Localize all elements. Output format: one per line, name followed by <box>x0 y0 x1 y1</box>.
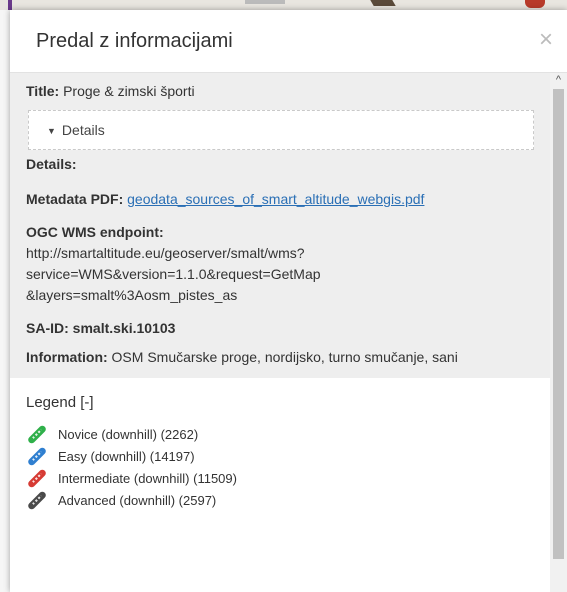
scrollbar-thumb[interactable] <box>553 89 564 559</box>
map-feature <box>245 0 285 4</box>
map-feature <box>8 0 12 10</box>
legend-item-label: Easy (downhill) (14197) <box>58 448 195 464</box>
sa-id: SA-ID: smalt.ski.10103 <box>26 318 538 339</box>
information: Information: OSM Smučarske proge, nordij… <box>26 347 538 368</box>
sa-id-label: SA-ID: <box>26 320 69 336</box>
panel-header: Predal z informacijami × <box>10 10 567 73</box>
map-feature <box>525 0 545 8</box>
pdf-label: Metadata PDF: <box>26 191 124 207</box>
scrollbar[interactable]: ^ <box>550 73 567 592</box>
piste-line-icon <box>26 423 48 445</box>
scroll-up-icon[interactable]: ^ <box>553 75 564 86</box>
legend-item: Intermediate (downhill) (11509) <box>26 467 538 489</box>
legend-section: Legend [-] Novice (downhill) (2262) Easy … <box>10 378 550 521</box>
legend-list: Novice (downhill) (2262) Easy (downhill) … <box>26 423 538 511</box>
sa-id-value: smalt.ski.10103 <box>72 320 176 336</box>
details-toggle-label: Details <box>61 122 105 138</box>
legend-item: Novice (downhill) (2262) <box>26 423 538 445</box>
pdf-link[interactable]: geodata_sources_of_smart_altitude_webgis… <box>127 191 424 207</box>
information-value: OSM Smučarske proge, nordijsko, turno sm… <box>111 349 458 365</box>
wms-url-line: service=WMS&version=1.1.0&request=GetMap <box>26 266 321 282</box>
details-heading: Details: <box>26 156 77 172</box>
legend-title[interactable]: Legend [-] <box>26 394 538 411</box>
information-label: Information: <box>26 349 108 365</box>
title-value: Proge & zimski športi <box>63 83 195 99</box>
legend-item-label: Novice (downhill) (2262) <box>58 426 199 442</box>
close-button[interactable]: × <box>539 28 553 52</box>
metadata-pdf: Metadata PDF: geodata_sources_of_smart_a… <box>26 189 538 210</box>
wms-label: OGC WMS endpoint: <box>26 224 164 240</box>
info-panel: Predal z informacijami × Title: Proge & … <box>10 10 567 592</box>
wms-url-line: &layers=smalt%3Aosm_pistes_as <box>26 287 238 303</box>
panel-title: Predal z informacijami <box>36 30 233 52</box>
map-feature <box>370 0 396 6</box>
piste-line-icon <box>26 467 48 489</box>
wms-url: http://smartaltitude.eu/geoserver/smalt/… <box>26 243 538 306</box>
details-toggle[interactable]: ▼ Details <box>28 110 534 150</box>
legend-item: Easy (downhill) (14197) <box>26 445 538 467</box>
layer-title: Title: Proge & zimski športi <box>26 81 538 102</box>
metadata-section: Title: Proge & zimski športi ▼ Details De… <box>10 73 550 378</box>
panel-scroll-area[interactable]: Title: Proge & zimski športi ▼ Details De… <box>10 73 567 592</box>
piste-line-icon <box>26 445 48 467</box>
piste-line-icon <box>26 489 48 511</box>
map-background <box>0 0 567 10</box>
panel-content: Title: Proge & zimski športi ▼ Details De… <box>10 73 550 521</box>
caret-down-icon: ▼ <box>47 126 56 136</box>
title-label: Title: <box>26 83 60 99</box>
legend-item-label: Advanced (downhill) (2597) <box>58 492 217 508</box>
legend-item-label: Intermediate (downhill) (11509) <box>58 470 237 486</box>
wms-url-line: http://smartaltitude.eu/geoserver/smalt/… <box>26 245 305 261</box>
legend-item: Advanced (downhill) (2597) <box>26 489 538 511</box>
